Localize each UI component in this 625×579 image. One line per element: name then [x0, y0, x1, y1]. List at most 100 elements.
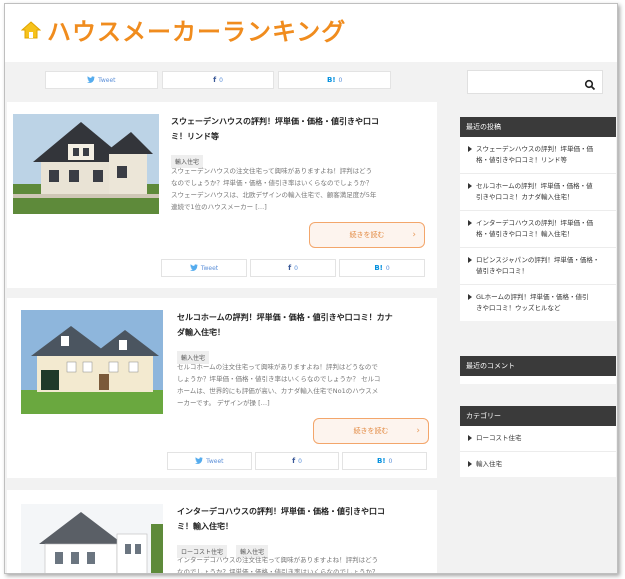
facebook-share-button[interactable]: f 0	[254, 452, 340, 470]
read-more-label: 続きを読む	[353, 427, 389, 435]
excerpt-line: なのでしょうか？坪単価・価格・値引き率はいくらなのでしょうか？	[171, 179, 373, 187]
facebook-share-button[interactable]: f 0	[161, 71, 275, 89]
hatena-count: 0	[388, 457, 393, 465]
browser-frame: ハウスメーカーランキング Tweet f 0 B! 0 スウェーデンハウスの評判…	[4, 3, 618, 574]
article-title[interactable]: インターデコハウスの評判！坪単価・価格・値引きや口コ ミ！輸入住宅！	[177, 504, 429, 534]
article-share-bar: Tweet f 0 B! 0	[167, 452, 428, 470]
article-card: スウェーデンハウスの評判！坪単価・価格・値引きや口コ ミ！リンド等 輸入住宅 ス…	[7, 102, 437, 288]
read-more-label: 続きを読む	[349, 231, 385, 239]
article-title-line: ミ！リンド等	[171, 132, 219, 141]
recent-posts-widget: 最近の投稿 スウェーデンハウスの評判！坪単価・価 格・値引きや口コミ！リンド等 …	[460, 117, 616, 321]
facebook-icon: f	[213, 76, 217, 84]
recent-post-line: 格・値引きや口コミ！リンド等	[476, 156, 567, 164]
excerpt-line: なのでしょうか？坪単価・価格・値引き率はいくらなのでしょうか？	[177, 568, 379, 574]
hatena-count: 0	[385, 264, 390, 272]
bullet-icon	[468, 257, 472, 263]
recent-post-link[interactable]: セルコホームの評判！坪単価・価格・値 引きや口コミ！カナダ輸入住宅！	[460, 174, 616, 211]
tweet-label: Tweet	[206, 457, 224, 465]
article-card: セルコホームの評判！坪単価・価格・値引きや口コミ！カナ ダ輸入住宅！ 輸入住宅 …	[7, 298, 437, 478]
bullet-icon	[468, 220, 472, 226]
recent-post-line: 値引きや口コミ！	[476, 267, 528, 275]
twitter-icon	[87, 75, 96, 85]
excerpt-line: ホームは、世界的にも評価が高い、カナダ輸入住宅でNo1のハウスメ	[177, 387, 379, 395]
top-share-bar: Tweet f 0 B! 0	[45, 71, 392, 89]
read-more-button[interactable]: 続きを読む ›	[309, 222, 425, 248]
facebook-count: 0	[294, 264, 298, 272]
widget-heading: 最近の投稿	[460, 117, 616, 137]
bullet-icon	[468, 294, 472, 300]
article-excerpt: インターデコハウスの注文住宅って興味がありますよね！評判はどう なのでしょうか？…	[177, 554, 435, 574]
recent-post-link[interactable]: スウェーデンハウスの評判！坪単価・価 格・値引きや口コミ！リンド等	[460, 137, 616, 174]
bullet-icon	[468, 183, 472, 189]
twitter-icon	[189, 263, 198, 273]
widget-heading: カテゴリー	[460, 406, 616, 426]
site-title: ハウスメーカーランキング	[47, 18, 347, 46]
tweet-label: Tweet	[98, 76, 116, 84]
recent-comments-widget: 最近のコメント	[460, 356, 616, 384]
bullet-icon	[468, 146, 472, 152]
tweet-label: Tweet	[200, 264, 219, 272]
recent-post-line: スウェーデンハウスの評判！坪単価・価	[476, 145, 593, 153]
site-title-link[interactable]: ハウスメーカーランキング	[19, 12, 346, 47]
read-more-button[interactable]: 続きを読む ›	[313, 418, 429, 444]
excerpt-line: スウェーデンハウスは、北欧デザインの輸入住宅で、顧客満足度が5年	[171, 191, 377, 199]
twitter-icon	[195, 456, 204, 466]
hatena-bookmark-button[interactable]: B! 0	[278, 71, 392, 89]
article-title[interactable]: セルコホームの評判！坪単価・価格・値引きや口コミ！カナ ダ輸入住宅！	[177, 310, 429, 340]
article-thumbnail[interactable]	[21, 310, 163, 414]
bullet-icon	[468, 461, 472, 467]
chevron-right-icon: ›	[412, 230, 416, 240]
tweet-button[interactable]: Tweet	[161, 259, 247, 277]
article-title[interactable]: スウェーデンハウスの評判！坪単価・価格・値引きや口コ ミ！リンド等	[171, 114, 427, 144]
article-thumbnail[interactable]	[21, 504, 163, 573]
article-excerpt: スウェーデンハウスの注文住宅って興味がありますよね！評判はどう なのでしょうか？…	[171, 165, 433, 213]
facebook-count: 0	[298, 457, 302, 465]
recent-post-line: ロビンスジャパンの評判！坪単価・価格・	[476, 256, 600, 264]
search-icon[interactable]	[584, 76, 596, 91]
facebook-count: 0	[219, 76, 223, 84]
hatena-bookmark-button[interactable]: B! 0	[339, 259, 425, 277]
excerpt-line: ーカーです。 デザインが操 […]	[177, 399, 270, 407]
hatena-icon: B!	[327, 76, 336, 84]
recent-post-link[interactable]: GLホームの評判！坪単価・価格・値引 きや口コミ！ウッズヒルなど	[460, 285, 616, 321]
category-label: 輸入住宅	[476, 460, 502, 468]
facebook-share-button[interactable]: f 0	[250, 259, 336, 277]
article-excerpt: セルコホームの注文住宅って興味がありますよね！評判はどうなので しょうか？坪単価…	[177, 361, 435, 409]
recent-post-line: インターデコハウスの評判！坪単価・価	[476, 219, 593, 227]
tweet-button[interactable]: Tweet	[45, 71, 158, 89]
article-card: インターデコハウスの評判！坪単価・価格・値引きや口コ ミ！輸入住宅！ ローコスト…	[7, 490, 437, 574]
recent-post-link[interactable]: インターデコハウスの評判！坪単価・価 格・値引きや口コミ！輸入住宅！	[460, 211, 616, 248]
search-input[interactable]	[467, 70, 603, 94]
excerpt-line: インターデコハウスの注文住宅って興味がありますよね！評判はどう	[177, 556, 379, 564]
hatena-count: 0	[338, 76, 343, 84]
bullet-icon	[468, 435, 472, 441]
site-header: ハウスメーカーランキング	[5, 4, 617, 62]
recent-post-line: 格・値引きや口コミ！輸入住宅！	[476, 230, 574, 238]
home-icon	[19, 18, 43, 42]
widget-heading: 最近のコメント	[460, 356, 616, 376]
article-title-line: セルコホームの評判！坪単価・価格・値引きや口コミ！カナ	[177, 313, 393, 322]
excerpt-line: 連続で1位のハウスメーカー […]	[171, 203, 267, 211]
article-title-line: ダ輸入住宅！	[177, 328, 225, 337]
chevron-right-icon: ›	[416, 426, 420, 436]
categories-widget: カテゴリー ローコスト住宅 輸入住宅	[460, 406, 616, 477]
excerpt-line: しょうか？坪単価・価格・値引き率はいくらなのでしょうか？ セルコ	[177, 375, 381, 383]
category-label: ローコスト住宅	[476, 434, 522, 442]
category-link[interactable]: ローコスト住宅	[460, 426, 616, 452]
excerpt-line: セルコホームの注文住宅って興味がありますよね！評判はどうなので	[177, 363, 378, 371]
tweet-button[interactable]: Tweet	[167, 452, 252, 470]
hatena-icon: B!	[377, 457, 386, 465]
hatena-icon: B!	[374, 264, 383, 272]
facebook-icon: f	[288, 264, 292, 272]
recent-post-line: 引きや口コミ！カナダ輸入住宅！	[476, 193, 574, 201]
hatena-bookmark-button[interactable]: B! 0	[342, 452, 428, 470]
recent-post-link[interactable]: ロビンスジャパンの評判！坪単価・価格・ 値引きや口コミ！	[460, 248, 616, 285]
category-link[interactable]: 輸入住宅	[460, 452, 616, 477]
article-title-line: スウェーデンハウスの評判！坪単価・価格・値引きや口コ	[171, 117, 379, 126]
article-thumbnail[interactable]	[13, 114, 159, 214]
article-title-line: ミ！輸入住宅！	[177, 522, 233, 531]
recent-post-line: きや口コミ！ウッズヒルなど	[476, 304, 561, 312]
article-title-line: インターデコハウスの評判！坪単価・価格・値引きや口コ	[177, 507, 385, 516]
recent-post-line: セルコホームの評判！坪単価・価格・値	[476, 182, 593, 190]
recent-post-line: GLホームの評判！坪単価・価格・値引	[476, 293, 589, 301]
